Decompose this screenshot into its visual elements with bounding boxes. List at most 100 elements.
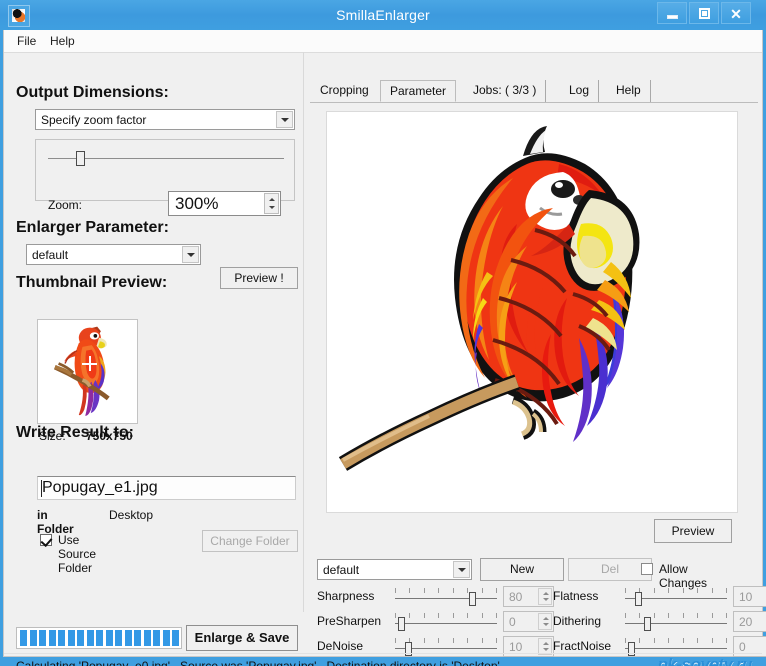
window-title: SmillaEnlarger: [336, 7, 430, 23]
watermark: pk-sovety.ru: [657, 655, 753, 666]
slider-handle[interactable]: [635, 592, 642, 606]
output-dimensions-title: Output Dimensions:: [16, 84, 169, 101]
enlarger-profile-select[interactable]: default: [26, 244, 201, 265]
param-value-flatness[interactable]: 10: [733, 586, 766, 607]
param-value-text: 10: [739, 590, 753, 604]
tab-cropping[interactable]: Cropping: [310, 80, 379, 102]
slider-ticks: [395, 588, 497, 593]
param-value-text: 20: [739, 615, 753, 629]
slider-handle[interactable]: [644, 617, 651, 631]
progress-segment: [20, 630, 27, 646]
zoom-slider[interactable]: [48, 149, 284, 167]
slider-ticks: [625, 613, 727, 618]
zoom-label: Zoom:: [48, 198, 83, 212]
chevron-down-icon: [182, 246, 199, 263]
param-slider-sharpness[interactable]: [395, 586, 497, 608]
new-profile-button[interactable]: New: [480, 558, 564, 581]
param-label-fractnoise: FractNoise: [553, 639, 612, 653]
folder-label: in Folder: [37, 508, 74, 536]
tab-strip: Cropping Parameter Jobs: ( 3/3 ) Log Hel…: [310, 80, 758, 103]
delete-profile-button[interactable]: Del: [568, 558, 652, 581]
enlarger-parameter-title: Enlarger Parameter:: [16, 219, 169, 236]
tab-parameter[interactable]: Parameter: [380, 80, 457, 102]
slider-track: [625, 648, 727, 649]
progress-segment: [48, 630, 56, 646]
progress-segment: [67, 630, 75, 646]
param-value-sharpness[interactable]: 80: [503, 586, 554, 607]
param-label-flatness: Flatness: [553, 589, 599, 603]
param-slider-dithering[interactable]: [625, 611, 727, 633]
minimize-icon: [658, 3, 686, 23]
param-slider-flatness[interactable]: [625, 586, 727, 608]
param-row-flatness: Flatness 10: [553, 586, 766, 608]
zoom-stepper[interactable]: [264, 193, 279, 214]
progress-segment: [115, 630, 122, 646]
progress-segment: [96, 630, 103, 646]
crosshair-cursor-icon: [82, 356, 97, 371]
preview-button[interactable]: Preview: [654, 519, 732, 543]
progress-segment: [134, 630, 141, 646]
menu-item-help[interactable]: Help: [44, 33, 81, 49]
folder-value: Desktop: [109, 508, 154, 522]
slider-handle[interactable]: [398, 617, 405, 631]
progress-segment: [77, 630, 84, 646]
close-icon: ✕: [730, 6, 742, 22]
progress-segment: [153, 630, 160, 646]
progress-segment: [162, 630, 170, 646]
enlarge-and-save-button[interactable]: Enlarge & Save: [186, 625, 298, 651]
param-label-denoise: DeNoise: [317, 639, 364, 653]
param-row-dithering: Dithering 20: [553, 611, 766, 633]
progress-segment: [105, 630, 113, 646]
close-button[interactable]: ✕: [721, 2, 751, 24]
right-panel: Cropping Parameter Jobs: ( 3/3 ) Log Hel…: [307, 52, 766, 657]
title-bar: SmillaEnlarger ✕: [0, 0, 766, 30]
use-source-folder-label: Use Source Folder: [58, 533, 97, 575]
chevron-down-icon: [453, 561, 470, 578]
slider-ticks: [395, 613, 497, 618]
param-label-sharpness: Sharpness: [317, 589, 375, 603]
param-value-dithering[interactable]: 20: [733, 611, 766, 632]
minimize-button[interactable]: [657, 2, 687, 24]
progress-segment: [172, 630, 179, 646]
preview-now-button[interactable]: Preview !: [220, 267, 298, 289]
slider-track: [625, 623, 727, 624]
maximize-icon: [690, 3, 718, 23]
client-area: File Help Output Dimensions: Specify zoo…: [3, 30, 766, 666]
chevron-down-icon: [276, 111, 293, 128]
zoom-slider-handle[interactable]: [76, 151, 85, 166]
application-window: SmillaEnlarger ✕ File Help Output Dimens…: [0, 0, 766, 666]
output-filename-input[interactable]: Popugay_e1.jpg: [37, 476, 296, 500]
output-filename-value: Popugay_e1.jpg: [42, 479, 158, 496]
tab-jobs[interactable]: Jobs: ( 3/3 ): [463, 80, 547, 102]
status-bar: Calculating 'Popugay_e0.jpg' . Source wa…: [4, 653, 762, 666]
progress-bar: [16, 627, 182, 649]
zoom-factor-input[interactable]: 300%: [168, 191, 281, 216]
param-value-text: 0: [509, 615, 516, 629]
zoom-factor-value: 300%: [175, 194, 219, 213]
tab-help[interactable]: Help: [606, 80, 651, 102]
output-mode-select[interactable]: Specify zoom factor: [35, 109, 295, 130]
thumbnail-preview-title: Thumbnail Preview:: [16, 274, 168, 291]
checkbox-unchecked-icon: [641, 563, 653, 575]
progress-segment: [86, 630, 94, 646]
stepper-arrows[interactable]: [538, 613, 552, 630]
stepper-arrows[interactable]: [538, 588, 552, 605]
parrot-preview-image: [327, 112, 737, 512]
change-folder-button[interactable]: Change Folder: [202, 530, 298, 552]
param-value-presharpen[interactable]: 0: [503, 611, 554, 632]
param-slider-presharpen[interactable]: [395, 611, 497, 633]
menu-item-file[interactable]: File: [11, 33, 42, 49]
progress-segment: [39, 630, 46, 646]
param-value-text: 80: [509, 590, 523, 604]
slider-handle[interactable]: [469, 592, 476, 606]
image-preview[interactable]: [326, 111, 738, 513]
progress-segment: [58, 630, 65, 646]
checkbox-checked-icon: [40, 534, 52, 546]
maximize-button[interactable]: [689, 2, 719, 24]
parameter-profile-select[interactable]: default: [317, 559, 472, 580]
thumbnail-preview[interactable]: [37, 319, 138, 424]
param-label-presharpen: PreSharpen: [317, 614, 382, 628]
menu-bar: File Help: [4, 30, 762, 53]
progress-segment: [143, 630, 151, 646]
tab-log[interactable]: Log: [559, 80, 600, 102]
